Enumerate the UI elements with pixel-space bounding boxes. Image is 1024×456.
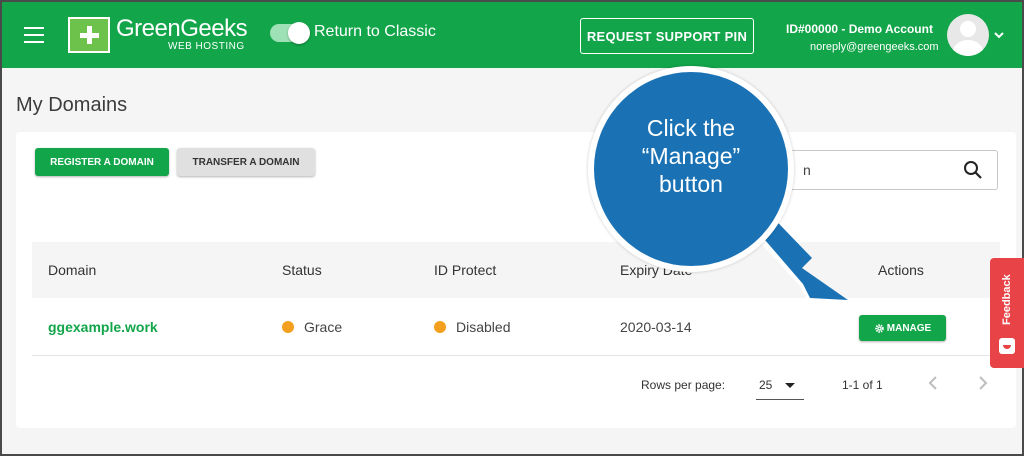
search-text: n <box>803 162 811 178</box>
domains-card: REGISTER A DOMAIN TRANSFER A DOMAIN n Do… <box>16 132 1016 428</box>
transfer-domain-button[interactable]: TRANSFER A DOMAIN <box>177 148 315 176</box>
feedback-smile-icon <box>999 338 1015 354</box>
id-protect-dot-icon <box>434 321 446 333</box>
top-bar: GreenGeeks WEB HOSTING Return to Classic… <box>2 2 1022 68</box>
request-support-pin-button[interactable]: REQUEST SUPPORT PIN <box>580 18 754 54</box>
search-input[interactable]: n <box>776 150 998 190</box>
account-id: ID#00000 - Demo Account <box>786 22 933 36</box>
id-protect-cell: Disabled <box>434 319 510 335</box>
chevron-down-icon[interactable] <box>994 30 1004 40</box>
callout-text: Click the “Manage” button <box>641 115 741 197</box>
account-email: noreply@greengeeks.com <box>810 41 939 53</box>
chevron-right-icon[interactable] <box>976 374 990 392</box>
manage-button-label: MANAGE <box>886 322 932 334</box>
column-header-actions: Actions <box>878 262 924 278</box>
domain-link[interactable]: ggexample.work <box>48 319 158 335</box>
chevron-left-icon[interactable] <box>926 374 940 392</box>
logo-plus-icon[interactable] <box>68 17 110 53</box>
logo-tagline: WEB HOSTING <box>168 41 245 52</box>
gear-icon <box>874 323 884 333</box>
rows-per-page-value: 25 <box>759 378 773 392</box>
expiry-date-cell: 2020-03-14 <box>620 319 692 335</box>
feedback-tab[interactable]: Feedback <box>990 258 1024 368</box>
rows-per-page-select[interactable]: 25 <box>756 372 804 400</box>
pagination-range: 1-1 of 1 <box>842 378 883 392</box>
toggle-label: Return to Classic <box>314 23 436 40</box>
caret-down-icon <box>785 383 795 388</box>
avatar-icon[interactable] <box>947 14 989 56</box>
classic-toggle-switch[interactable] <box>270 22 310 44</box>
page-title: My Domains <box>16 94 128 116</box>
hamburger-icon[interactable] <box>24 27 44 43</box>
status-dot-icon <box>282 321 294 333</box>
table-row: ggexample.work Grace Disabled 2020-03-14… <box>32 298 1000 356</box>
manage-button[interactable]: MANAGE <box>859 315 946 341</box>
rows-per-page-label: Rows per page: <box>641 378 726 392</box>
column-header-id-protect[interactable]: ID Protect <box>434 262 496 278</box>
table-header: Domain Status ID Protect Expiry Date Act… <box>32 242 1000 298</box>
column-header-domain[interactable]: Domain <box>48 262 96 278</box>
column-header-status[interactable]: Status <box>282 262 322 278</box>
logo-name[interactable]: GreenGeeks <box>116 15 248 43</box>
register-domain-button[interactable]: REGISTER A DOMAIN <box>35 148 169 176</box>
search-icon[interactable] <box>963 160 983 180</box>
status-cell: Grace <box>282 319 342 335</box>
callout-bubble: Click the “Manage” button <box>588 66 794 272</box>
feedback-label: Feedback <box>1001 274 1013 326</box>
